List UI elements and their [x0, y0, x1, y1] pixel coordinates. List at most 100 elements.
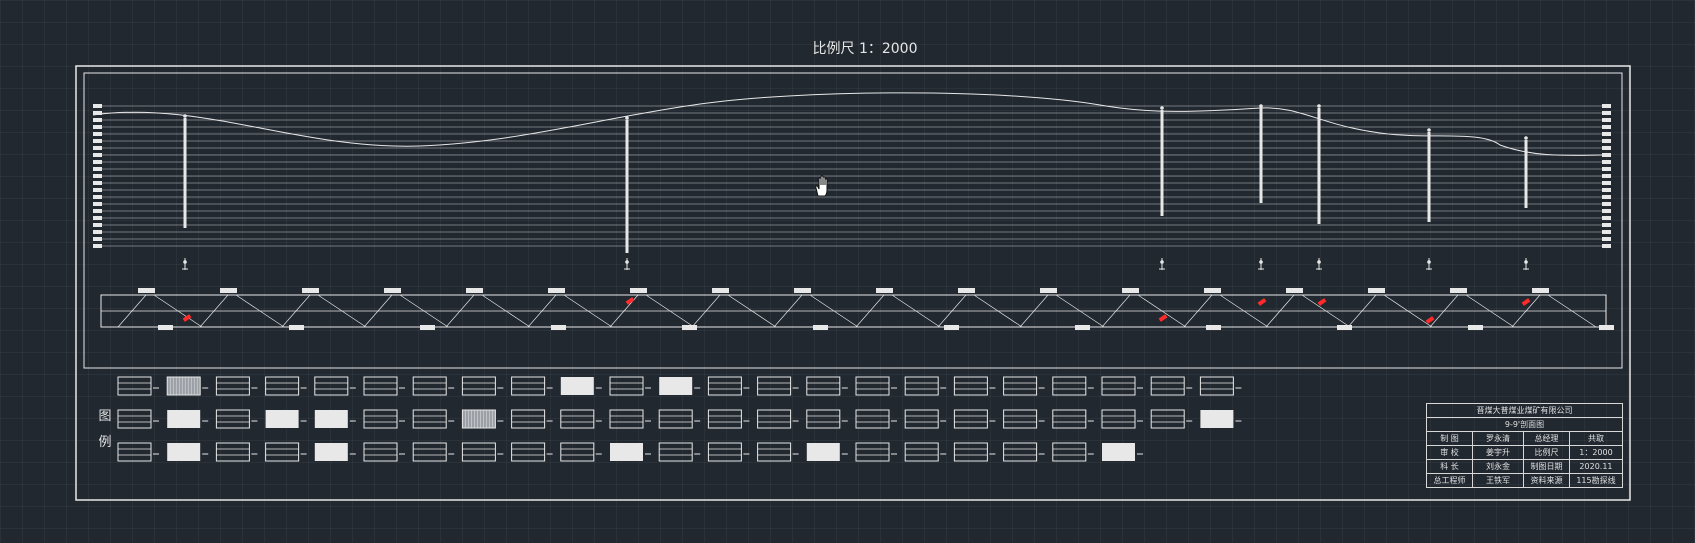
legend-swatch [117, 442, 152, 462]
title-block-cell: 1：2000 [1568, 445, 1624, 460]
legend-swatch-filled [314, 410, 348, 428]
legend-swatches [117, 376, 1242, 462]
legend-swatch [953, 376, 988, 396]
title-block-cell: 科 长 [1426, 459, 1473, 474]
left-edge-tick [93, 104, 102, 108]
legend-swatch-filled [1102, 443, 1135, 461]
title-block-cell: 资料来源 [1522, 473, 1570, 488]
legend-swatch [757, 442, 792, 462]
band-highlight-marker [1521, 298, 1531, 306]
left-edge-tick [93, 167, 102, 171]
legend-swatch-filled [265, 410, 299, 428]
band-top-block [630, 288, 647, 293]
band-bottom-block [1075, 325, 1090, 330]
right-edge-tick [1602, 209, 1611, 213]
title-block-cell: 姜宇升 [1471, 445, 1524, 460]
legend-swatch [265, 376, 300, 396]
borehole-collar [1524, 136, 1528, 140]
legend-swatch [265, 442, 300, 462]
borehole-marker [183, 260, 187, 264]
legend-swatch-hatched [461, 409, 496, 429]
right-edge-tick [1602, 174, 1611, 178]
legend-swatch-filled [167, 443, 201, 461]
legend-swatch [904, 442, 939, 462]
legend-swatch [707, 376, 742, 396]
title-block-row: 制 图 罗永清 总经理 共取 [1426, 431, 1624, 446]
borehole-marker [625, 260, 629, 264]
borehole-marker [1160, 260, 1164, 264]
borehole [1259, 108, 1263, 203]
legend-swatch [806, 376, 841, 396]
legend-swatch [215, 409, 250, 429]
band-top-block [1532, 288, 1549, 293]
right-edge-tick [1602, 160, 1611, 164]
legend-swatch [658, 442, 693, 462]
band-bottom-block [682, 325, 697, 330]
legend-swatch [117, 409, 152, 429]
legend-swatch [117, 376, 152, 396]
ground-surface [92, 92, 1603, 156]
borehole-collar [183, 114, 187, 118]
legend-swatch [1052, 376, 1087, 396]
left-edge-tick [93, 146, 102, 150]
left-edge-tick [93, 237, 102, 241]
band-top-block [1368, 288, 1385, 293]
title-block-company-row: 晋煤大普煤业煤矿有限公司 [1426, 403, 1623, 418]
legend-swatch-filled [560, 377, 594, 395]
title-block-cell: 2020.11 [1568, 459, 1624, 474]
right-edge-tick [1602, 216, 1611, 220]
band-bottom-block [1599, 325, 1614, 330]
band-top-block [958, 288, 975, 293]
legend-swatch [953, 442, 988, 462]
legend-swatch [560, 409, 595, 429]
section-band-marks [117, 288, 1614, 330]
legend-swatch [1003, 442, 1038, 462]
borehole-collar [1259, 104, 1263, 108]
right-edge-tick [1602, 125, 1611, 129]
legend-swatch [757, 409, 792, 429]
right-edge-tick [1602, 230, 1611, 234]
title-block-cell: 比例尺 [1522, 445, 1570, 460]
legend-swatch [658, 409, 693, 429]
legend-label-char: 例 [98, 435, 112, 450]
company-name: 晋煤大普煤业煤矿有限公司 [1426, 403, 1623, 418]
left-edge-tick [93, 125, 102, 129]
left-edge-tick [93, 195, 102, 199]
hand-pan-icon [815, 175, 828, 197]
band-top-block [1286, 288, 1303, 293]
left-edge-tick [93, 118, 102, 122]
right-edge-tick [1602, 111, 1611, 115]
band-top-block [302, 288, 319, 293]
left-edge-tick [93, 209, 102, 213]
legend-swatch [363, 442, 398, 462]
legend-swatch [363, 376, 398, 396]
band-bottom-block [551, 325, 566, 330]
legend-swatch [1199, 376, 1234, 396]
title-block-row: 总工程师 王铁军 资料来源 115勘探线 [1426, 473, 1624, 488]
borehole-collar [1427, 128, 1431, 132]
band-highlight-marker [1158, 314, 1168, 322]
right-edge-tick [1602, 237, 1611, 241]
band-top-block [1040, 288, 1057, 293]
legend-swatch [609, 376, 644, 396]
legend-swatch [363, 409, 398, 429]
left-edge-tick [93, 160, 102, 164]
legend-swatch [1003, 376, 1038, 396]
band-top-block [1122, 288, 1139, 293]
band-top-block [138, 288, 155, 293]
title-block-cell: 115勘探线 [1568, 473, 1624, 488]
legend-swatch-filled [167, 410, 201, 428]
drawing-frames [75, 65, 1631, 501]
right-edge-tick [1602, 188, 1611, 192]
band-bottom-block [420, 325, 435, 330]
borehole-group [182, 104, 1529, 270]
band-top-block [1204, 288, 1221, 293]
legend-swatch [1150, 409, 1185, 429]
legend-swatch [707, 409, 742, 429]
legend-label: 图 例 [96, 404, 114, 456]
band-top-block [876, 288, 893, 293]
borehole-marker [1427, 260, 1431, 264]
legend-swatch [806, 409, 841, 429]
band-bottom-block [1206, 325, 1221, 330]
legend-swatch [461, 442, 496, 462]
